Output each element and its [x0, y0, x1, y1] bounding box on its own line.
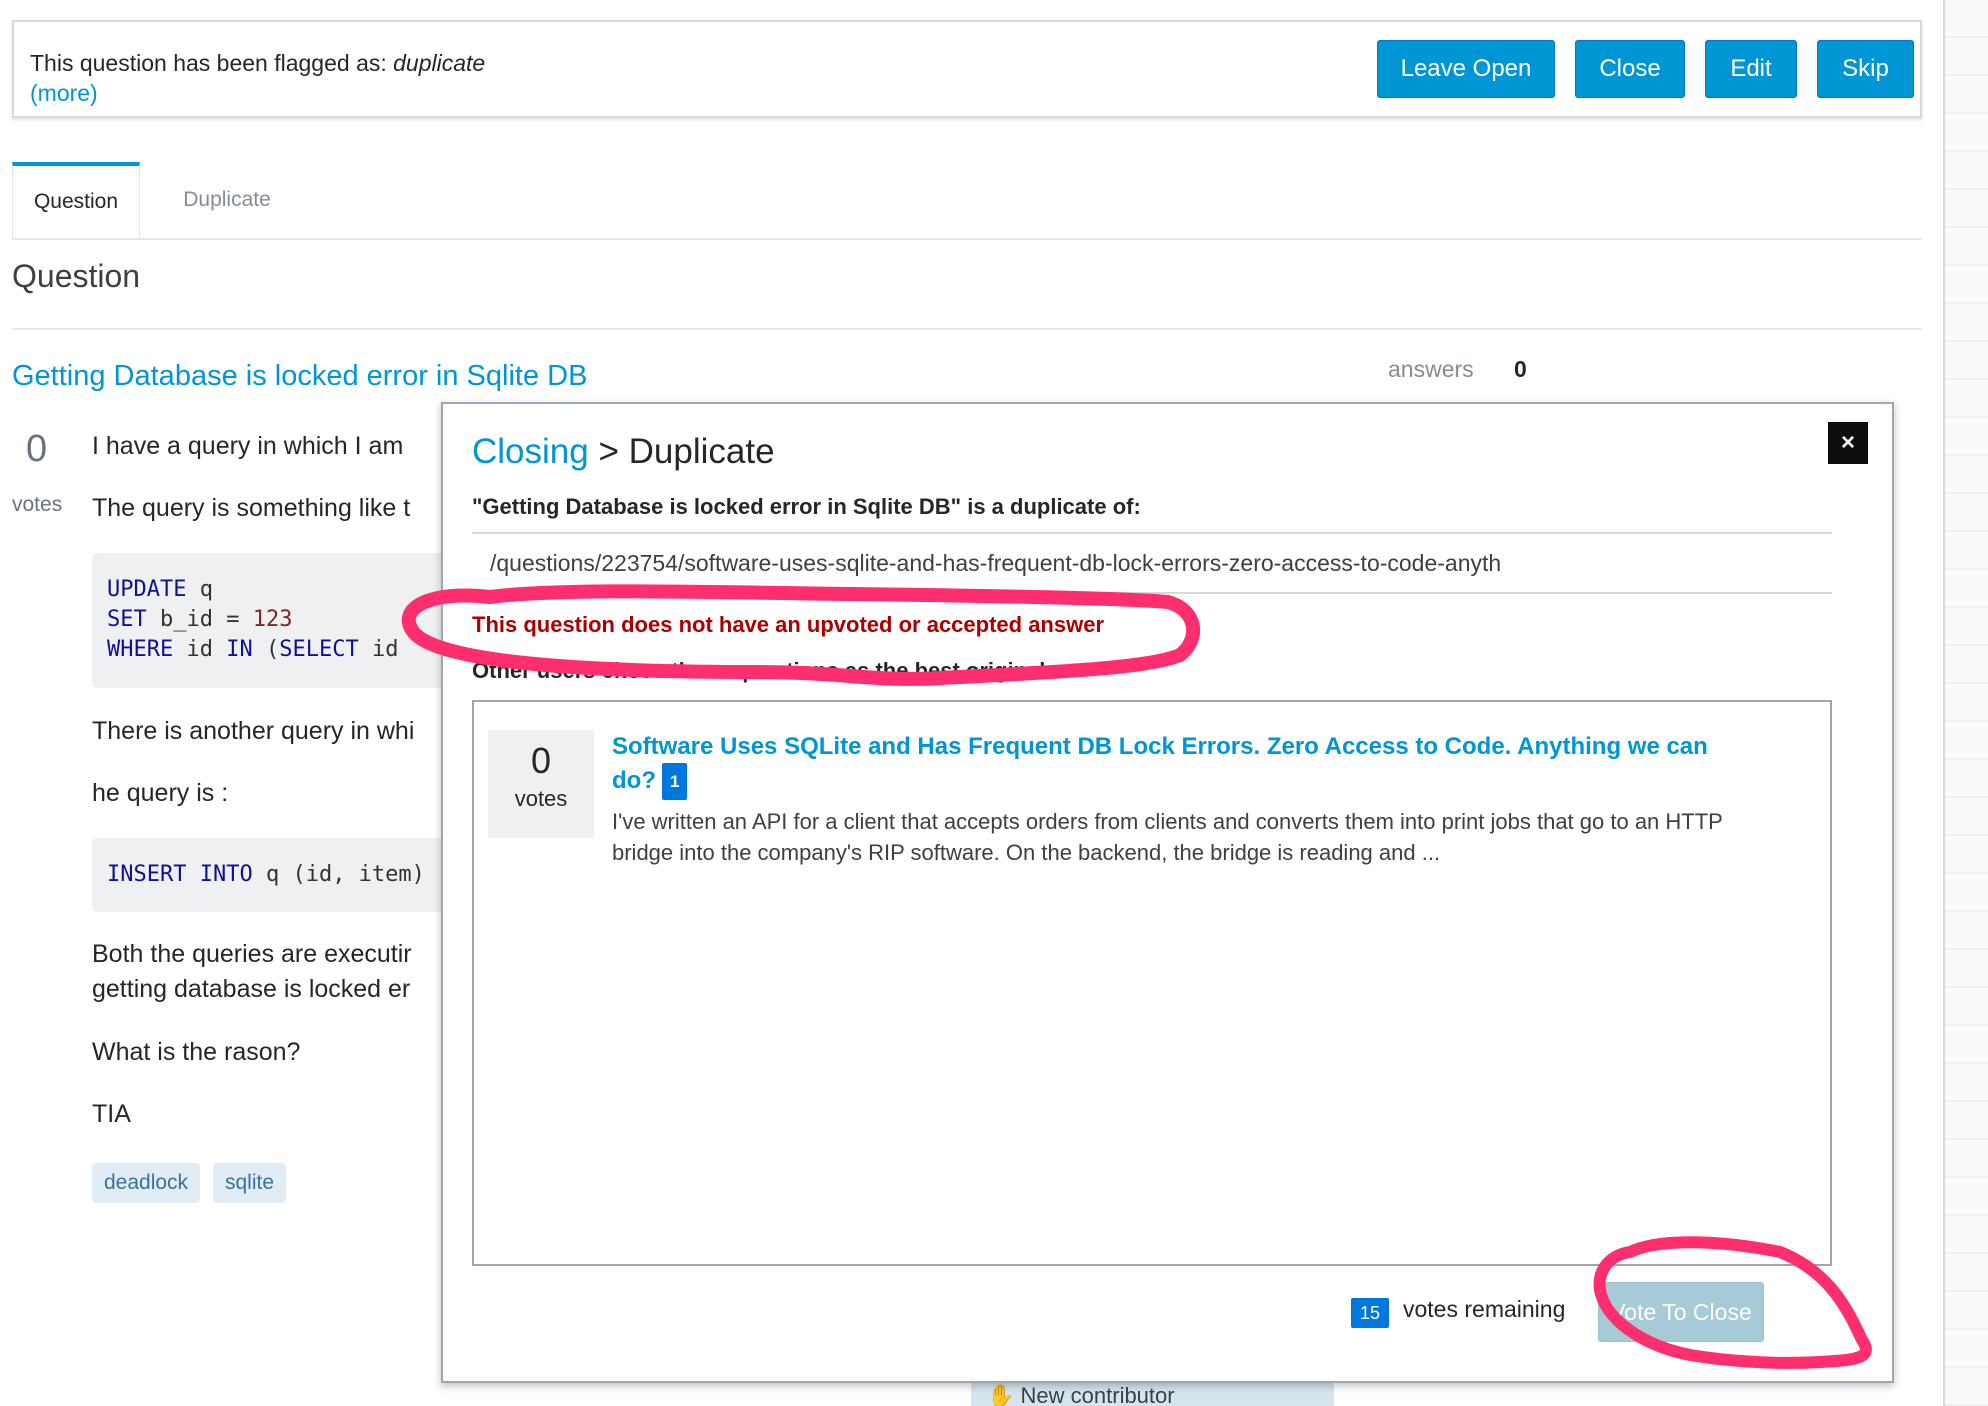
- body-paragraph: What is the rason?: [92, 1038, 301, 1066]
- flag-banner: This question has been flagged as: dupli…: [12, 20, 1922, 118]
- votes-remaining-label: votes remaining: [1403, 1296, 1566, 1322]
- question-votes-label: votes: [12, 493, 63, 516]
- right-scroll-rail: [1943, 0, 1988, 1406]
- tab-question[interactable]: Question: [12, 162, 140, 238]
- tag-deadlock[interactable]: deadlock: [92, 1163, 201, 1203]
- code-token: 123: [252, 607, 293, 632]
- flag-reason: duplicate: [393, 50, 486, 76]
- dialog-breadcrumb: Closing > Duplicate: [472, 432, 775, 472]
- breadcrumb-closing-link[interactable]: Closing: [472, 432, 589, 471]
- code-token: INTO: [199, 862, 253, 887]
- vote-to-close-button[interactable]: Vote To Close: [1598, 1282, 1764, 1342]
- code-block-update: UPDATE q SET b_id = 123 WHERE id IN (SEL…: [92, 553, 452, 688]
- answers-label: answers: [1388, 356, 1474, 382]
- other-users-label: Other users chose these questions as the…: [472, 658, 1053, 683]
- code-token: b_id =: [146, 607, 253, 632]
- flag-label: This question has been flagged as:: [30, 50, 387, 76]
- edit-button[interactable]: Edit: [1705, 40, 1797, 98]
- divider: [12, 328, 1922, 330]
- body-paragraph: TIA: [92, 1100, 131, 1128]
- question-title-link[interactable]: Getting Database is locked error in Sqli…: [12, 360, 587, 393]
- leave-open-button[interactable]: Leave Open: [1377, 40, 1555, 98]
- new-contributor-label: New contributor: [1020, 1383, 1175, 1406]
- suggested-duplicates-list[interactable]: 0 votes Software Uses SQLite and Has Fre…: [472, 700, 1832, 1266]
- code-token: q (id, item): [252, 862, 425, 887]
- duplicate-of-label: "Getting Database is locked error in Sql…: [472, 494, 1141, 519]
- answer-count-badge: 1: [661, 763, 688, 800]
- body-paragraph: The query is something like t: [92, 494, 411, 522]
- skip-button[interactable]: Skip: [1817, 40, 1914, 98]
- code-token: INSERT: [107, 862, 187, 887]
- code-token: SELECT: [279, 637, 359, 662]
- no-answer-warning: This question does not have an upvoted o…: [472, 612, 1105, 637]
- result-votes-label: votes: [514, 786, 568, 811]
- hand-wave-icon: ✋: [987, 1383, 1015, 1406]
- code-token: id: [173, 637, 227, 662]
- votes-remaining-count: 15: [1351, 1298, 1389, 1328]
- code-token: UPDATE: [107, 577, 187, 602]
- code-token: q: [186, 577, 213, 602]
- tab-bar: Question Duplicate: [12, 162, 1922, 240]
- result-title-text: Software Uses SQLite and Has Frequent DB…: [612, 733, 1708, 794]
- tag-sqlite[interactable]: sqlite: [213, 1163, 287, 1203]
- duplicate-url-input[interactable]: [472, 532, 1832, 594]
- code-token: IN: [226, 637, 253, 662]
- body-paragraph: he query is :: [92, 779, 229, 807]
- breadcrumb-current: Duplicate: [628, 432, 775, 471]
- result-vote-box: 0 votes: [488, 730, 594, 838]
- close-button[interactable]: Close: [1575, 40, 1685, 98]
- close-dialog: Closing > Duplicate × "Getting Database …: [441, 402, 1894, 1383]
- body-paragraph: getting database is locked er: [92, 975, 411, 1003]
- breadcrumb-separator: >: [588, 432, 629, 471]
- close-icon[interactable]: ×: [1828, 422, 1868, 464]
- section-title: Question: [12, 258, 141, 294]
- body-paragraph: Both the queries are executir: [92, 940, 412, 968]
- answers-count: 0: [1514, 356, 1527, 382]
- result-excerpt: I've written an API for a client that ac…: [612, 809, 1723, 865]
- new-contributor-badge: ✋ New contributor: [971, 1383, 1334, 1406]
- code-token: WHERE: [107, 637, 174, 662]
- code-token: id: [358, 637, 412, 662]
- result-vote-count: 0: [530, 740, 552, 781]
- result-title-link[interactable]: Software Uses SQLite and Has Frequent DB…: [612, 730, 1712, 800]
- code-token: SET: [107, 607, 147, 632]
- tab-duplicate[interactable]: Duplicate: [162, 162, 292, 238]
- body-paragraph: There is another query in whi: [92, 717, 415, 745]
- question-vote-count: 0: [26, 428, 48, 470]
- code-block-insert: INSERT INTO q (id, item): [92, 838, 452, 912]
- more-link[interactable]: (more): [30, 80, 98, 107]
- flag-text: This question has been flagged as: dupli…: [30, 50, 485, 77]
- body-paragraph: I have a query in which I am: [92, 432, 404, 460]
- code-token: (: [252, 637, 280, 662]
